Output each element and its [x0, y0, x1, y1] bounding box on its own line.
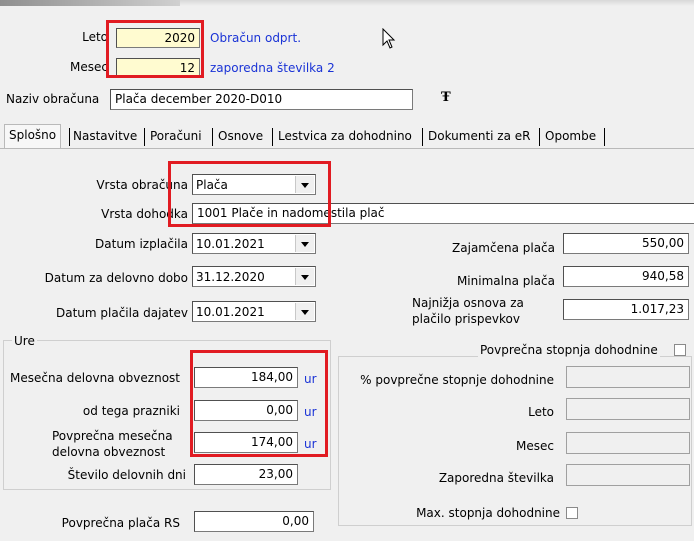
dohodnina-mesec-input[interactable] — [566, 432, 690, 454]
prazniki-label: od tega prazniki — [82, 404, 180, 418]
mesec-label: Mesec — [70, 60, 108, 74]
najnizja-osnova-label-1: Najnižja osnova za — [412, 296, 524, 310]
datum-delovno-dobo-value: 31.12.2020 — [196, 270, 265, 284]
datum-delovno-dobo-label: Datum za delovno dobo — [44, 271, 188, 285]
dohodnina-leto-input[interactable] — [566, 398, 690, 420]
povprecna-placa-rs-label: Povprečna plača RS — [61, 516, 180, 530]
chevron-down-icon[interactable] — [295, 303, 314, 320]
percent-stopnje-label: % povprečne stopnje dohodnine — [360, 373, 554, 387]
status-text: Obračun odprt. — [210, 31, 302, 45]
tab-nastavitve[interactable]: Nastavitve — [73, 126, 137, 146]
tab-splosno[interactable]: Splošno — [4, 124, 62, 149]
mouse-cursor-icon — [382, 28, 396, 49]
vrsta-dohodka-label: Vrsta dohodka — [101, 207, 188, 221]
datum-placila-value: 10.01.2021 — [196, 305, 265, 319]
mesecna-obveznost-label: Mesečna delovna obveznost — [10, 371, 180, 385]
datum-delovno-dobo-select[interactable]: 31.12.2020 — [192, 266, 316, 287]
window-top-strip — [0, 0, 694, 6]
povprecna-stopnja-label: Povprečna stopnja dohodnine — [478, 342, 660, 358]
percent-stopnje-input[interactable] — [566, 366, 690, 388]
povprecna-obveznost-label-2: delovna obveznost — [52, 445, 166, 459]
max-stopnja-checkbox[interactable] — [566, 507, 578, 519]
datum-izplacila-select[interactable]: 10.01.2021 — [192, 233, 316, 254]
naziv-label: Naziv obračuna — [6, 92, 100, 106]
tab-poracuni[interactable]: Poračuni — [150, 126, 202, 146]
stevilo-delovnih-dni-label: Število delovnih dni — [67, 468, 186, 482]
dohodnina-mesec-label: Mesec — [516, 439, 554, 453]
highlight-vrsta — [168, 161, 331, 227]
tab-separator-line — [0, 148, 694, 149]
datum-izplacila-value: 10.01.2021 — [196, 237, 265, 251]
vrsta-obracuna-label: Vrsta obračuna — [96, 178, 188, 192]
datum-placila-label: Datum plačila dajatev — [56, 306, 188, 320]
povprecna-stopnja-checkbox[interactable] — [674, 344, 686, 356]
tab-opombe[interactable]: Opombe — [545, 126, 596, 146]
povprecna-placa-rs-input[interactable]: 0,00 — [194, 511, 314, 532]
zaporedna-stevilka-label: Zaporedna številka — [438, 471, 554, 485]
zajamcena-placa-input[interactable]: 550,00 — [563, 233, 689, 254]
minimalna-placa-input[interactable]: 940,58 — [563, 266, 689, 287]
povprecna-obveznost-label-1: Povprečna mesečna — [52, 429, 173, 443]
datum-izplacila-label: Datum izplačila — [95, 237, 188, 251]
dohodnina-leto-label: Leto — [528, 405, 554, 419]
najnizja-osnova-input[interactable]: 1.017,23 — [563, 299, 689, 320]
chevron-down-icon[interactable] — [295, 235, 314, 252]
minimalna-placa-label: Minimalna plača — [456, 274, 555, 288]
zaporedna-stevilka-input[interactable] — [566, 464, 690, 486]
highlight-leto-mesec — [106, 20, 204, 78]
tab-lestvica[interactable]: Lestvica za dohodnino — [278, 126, 412, 146]
max-stopnja-label: Max. stopnja dohodnine — [416, 506, 560, 520]
zaporedna-stevilka-text: zaporedna številka 2 — [210, 61, 335, 75]
tab-osnove[interactable]: Osnove — [218, 126, 263, 146]
ure-legend: Ure — [12, 333, 37, 349]
zajamcena-placa-label: Zajamčena plača — [452, 241, 555, 255]
stevilo-delovnih-dni-input[interactable]: 23,00 — [194, 464, 298, 485]
tab-dokumenti-er[interactable]: Dokumenti za eR — [428, 126, 531, 146]
najnizja-osnova-label-2: plačilo prispevkov — [412, 312, 520, 326]
chevron-down-icon[interactable] — [295, 268, 314, 285]
naziv-input[interactable]: Plača december 2020-D010 — [110, 89, 413, 110]
font-t-icon[interactable]: Ŧ — [441, 90, 451, 105]
leto-label: Leto — [82, 30, 108, 44]
highlight-ure — [190, 350, 328, 457]
datum-placila-select[interactable]: 10.01.2021 — [192, 301, 316, 322]
